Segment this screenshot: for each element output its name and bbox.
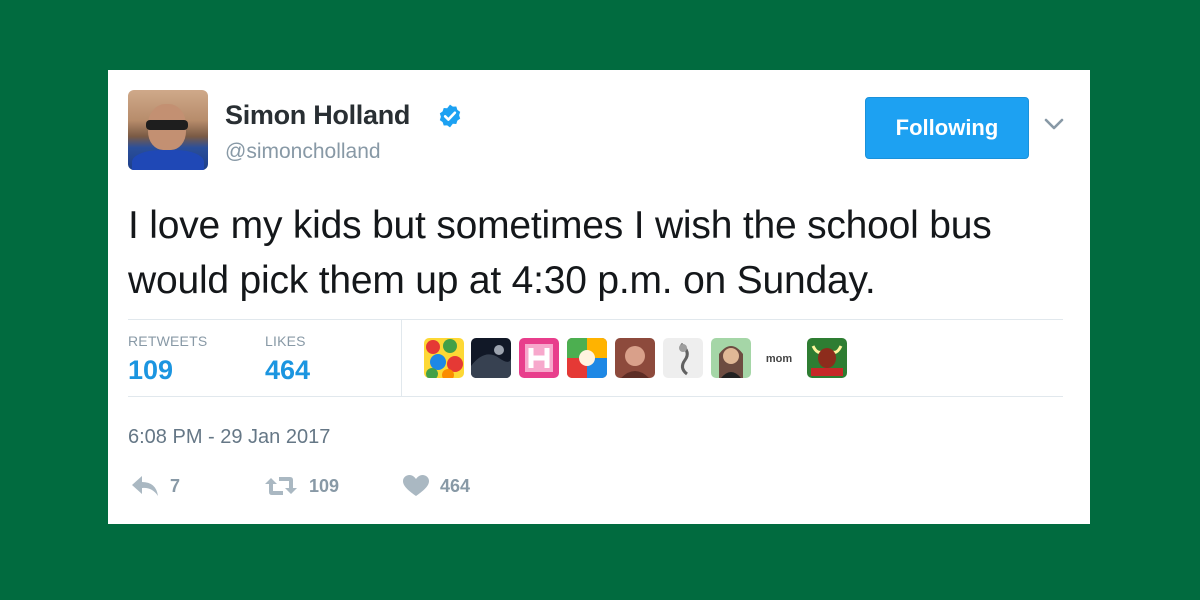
reply-action[interactable]: 7 [130,474,180,498]
tweet-text: I love my kids but sometimes I wish the … [128,204,992,302]
retweet-action[interactable]: 109 [263,474,339,498]
retweet-count: 109 [309,475,340,496]
stats-bottom-divider [128,396,1063,397]
avatar-sunglasses [146,120,188,130]
dark-photo-avatar[interactable] [471,338,511,378]
likes-count[interactable]: 464 [265,355,310,386]
retweets-count[interactable]: 109 [128,355,173,386]
reply-count: 7 [170,475,181,496]
heart-icon [403,475,429,496]
mom-logo-text: mom [766,353,793,365]
tweet-card: Simon Holland @simoncholland Following I… [108,70,1090,524]
author-avatar[interactable] [128,90,208,170]
woman-photo-avatar[interactable] [615,338,655,378]
tweet-timestamp[interactable]: 6:08 PM - 29 Jan 2017 [128,426,330,449]
sketch-avatar[interactable] [663,338,703,378]
stats-vertical-divider [401,320,402,396]
reply-icon [132,476,158,496]
likes-label: LIKES [265,333,306,349]
bull-logo-avatar[interactable] [807,338,847,378]
candy-avatar[interactable] [424,338,464,378]
following-button[interactable]: Following [865,97,1029,159]
retweet-icon [265,477,297,495]
stats-top-divider [128,319,1063,320]
colorful-photo-avatar[interactable] [567,338,607,378]
author-handle[interactable]: @simoncholland [225,140,381,164]
retweets-label: RETWEETS [128,333,208,349]
h-logo-avatar[interactable] [519,338,559,378]
avatar-shirt [132,150,204,170]
like-count: 464 [440,475,471,496]
like-action[interactable]: 464 [402,474,470,498]
woman-photo-avatar-2[interactable] [711,338,751,378]
author-name[interactable]: Simon Holland [225,100,410,131]
mom-logo-avatar[interactable]: mom [759,338,799,378]
chevron-down-icon[interactable] [1042,115,1066,133]
verified-badge-icon [439,104,461,128]
